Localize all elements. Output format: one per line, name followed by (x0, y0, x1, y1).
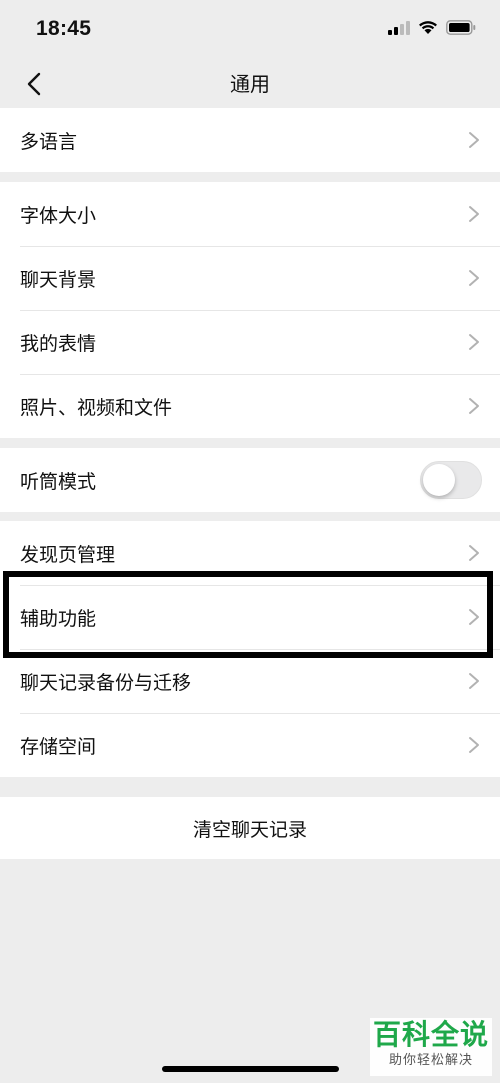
chevron-right-icon (469, 737, 479, 753)
row-label: 存储空间 (20, 735, 97, 758)
chevron-right-icon (469, 270, 479, 286)
cellular-signal-icon (388, 20, 410, 35)
row-photos-videos-files[interactable]: 照片、视频和文件 (0, 374, 500, 438)
row-chat-backup-migration[interactable]: 聊天记录备份与迁移 (0, 649, 500, 713)
clear-chat-history-button[interactable]: 清空聊天记录 (0, 797, 500, 859)
watermark-subtitle: 助你轻松解决 (388, 1053, 473, 1068)
row-label: 聊天记录备份与迁移 (20, 671, 192, 694)
settings-group-language: 多语言 (0, 108, 500, 172)
row-label: 字体大小 (20, 204, 97, 227)
wifi-icon (419, 21, 437, 34)
page-title: 通用 (230, 72, 270, 96)
chevron-right-icon (469, 673, 479, 689)
chevron-right-icon (469, 545, 479, 561)
earpiece-mode-toggle[interactable] (420, 461, 482, 499)
settings-group-misc: 发现页管理 辅助功能 聊天记录备份与迁移 存储空间 (0, 521, 500, 777)
chevron-right-icon (469, 334, 479, 350)
toggle-knob (423, 464, 455, 496)
chevron-right-icon (469, 609, 479, 625)
row-storage[interactable]: 存储空间 (0, 713, 500, 777)
row-accessibility[interactable]: 辅助功能 (0, 585, 500, 649)
row-chat-background[interactable]: 聊天背景 (0, 246, 500, 310)
row-discover-management[interactable]: 发现页管理 (0, 521, 500, 585)
row-earpiece-mode: 听筒模式 (0, 448, 500, 512)
row-label: 我的表情 (20, 332, 97, 355)
row-label: 辅助功能 (20, 607, 97, 630)
status-time: 18:45 (36, 17, 92, 40)
chevron-right-icon (469, 206, 479, 222)
row-label: 照片、视频和文件 (20, 396, 173, 419)
row-multi-language[interactable]: 多语言 (0, 108, 500, 172)
status-icons (388, 20, 476, 35)
row-my-stickers[interactable]: 我的表情 (0, 310, 500, 374)
chevron-right-icon (469, 398, 479, 414)
battery-icon (446, 20, 476, 35)
row-label: 多语言 (20, 130, 78, 153)
chevron-right-icon (469, 132, 479, 148)
row-label: 聊天背景 (20, 268, 97, 291)
status-bar: 18:45 (0, 0, 500, 58)
settings-group-earpiece: 听筒模式 (0, 448, 500, 512)
row-label: 发现页管理 (20, 543, 116, 566)
watermark: 百科全说 助你轻松解决 (370, 1018, 492, 1076)
settings-group-display: 字体大小 聊天背景 我的表情 照片、视频和文件 (0, 182, 500, 438)
nav-bar: 通用 (0, 58, 500, 108)
watermark-title: 百科全说 (372, 1018, 489, 1051)
home-indicator (162, 1066, 339, 1072)
row-label: 听筒模式 (20, 470, 97, 493)
row-font-size[interactable]: 字体大小 (0, 182, 500, 246)
